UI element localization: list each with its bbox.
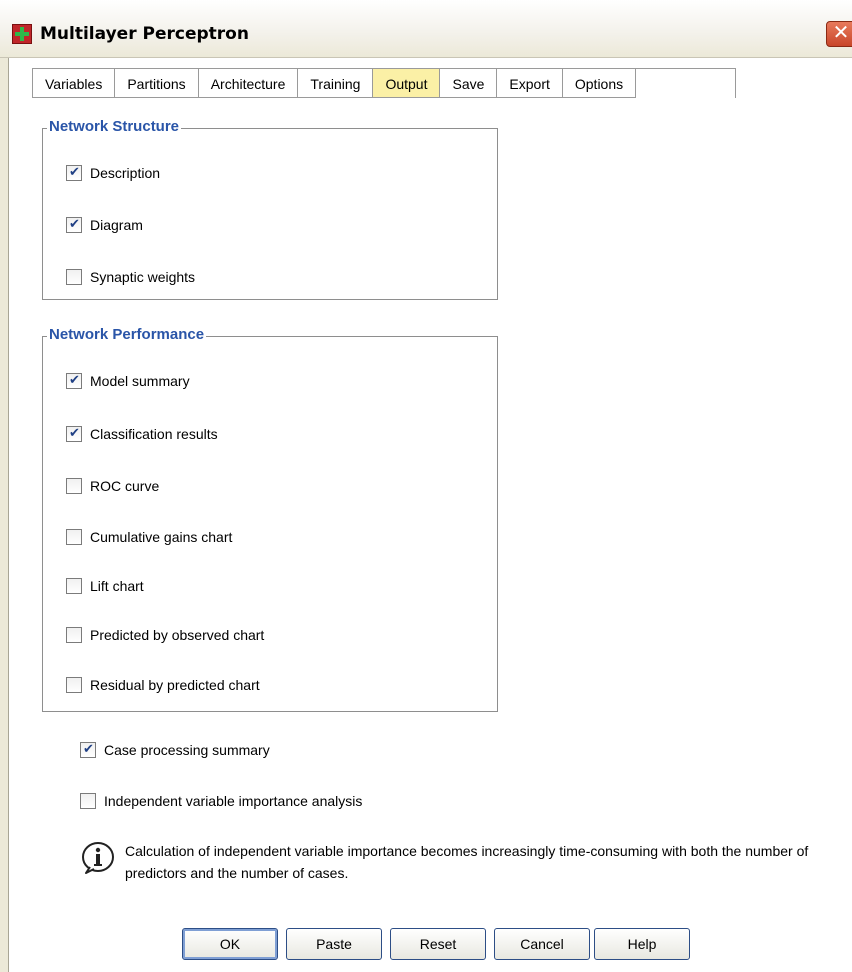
diagram-checkbox[interactable]: Diagram <box>66 215 143 235</box>
close-button[interactable]: ✕ <box>826 21 852 47</box>
residual-by-predicted-chart-checkbox[interactable]: Residual by predicted chart <box>66 675 260 695</box>
tab-training[interactable]: Training <box>298 68 374 98</box>
group-title: Network Performance <box>47 326 207 343</box>
network-performance-group: Network Performance <box>42 326 498 712</box>
predicted-by-observed-chart-checkbox[interactable]: Predicted by observed chart <box>66 625 264 645</box>
checkbox-label: Predicted by observed chart <box>90 627 265 643</box>
checkbox-box[interactable] <box>66 164 82 181</box>
checkbox-box[interactable] <box>66 372 82 389</box>
checkbox-box[interactable] <box>66 425 82 442</box>
checkbox-box[interactable] <box>66 677 82 693</box>
checkbox-label: Classification results <box>90 426 218 442</box>
ok-button[interactable]: OK <box>182 928 278 960</box>
tab-partitions[interactable]: Partitions <box>115 68 199 98</box>
checkbox-box[interactable] <box>80 741 96 758</box>
window-frame <box>0 58 9 972</box>
checkbox-box[interactable] <box>66 578 82 594</box>
tab-save[interactable]: Save <box>440 68 498 98</box>
roc-curve-checkbox[interactable]: ROC curve <box>66 476 159 496</box>
tab-strip: Variables Partitions Architecture Traini… <box>32 68 737 98</box>
tab-strip-filler <box>636 68 737 98</box>
description-checkbox[interactable]: Description <box>66 163 160 183</box>
checkbox-label: Independent variable importance analysis <box>104 793 363 809</box>
checkbox-label: Lift chart <box>90 578 144 594</box>
checkbox-label: Synaptic weights <box>90 269 196 285</box>
paste-button[interactable]: Paste <box>286 928 382 960</box>
synaptic-weights-checkbox[interactable]: Synaptic weights <box>66 267 195 287</box>
checkbox-box[interactable] <box>80 793 96 809</box>
tab-variables[interactable]: Variables <box>32 68 116 98</box>
cumulative-gains-chart-checkbox[interactable]: Cumulative gains chart <box>66 527 232 547</box>
tab-architecture[interactable]: Architecture <box>198 68 299 98</box>
classification-results-checkbox[interactable]: Classification results <box>66 424 218 444</box>
group-title: Network Structure <box>47 118 182 135</box>
variable-importance-checkbox[interactable]: Independent variable importance analysis <box>80 791 362 811</box>
checkbox-box[interactable] <box>66 478 82 494</box>
checkbox-label: Model summary <box>90 373 190 389</box>
app-icon <box>12 24 32 44</box>
checkbox-box[interactable] <box>66 529 82 545</box>
cancel-button[interactable]: Cancel <box>494 928 590 960</box>
checkbox-label: Description <box>90 165 161 181</box>
checkbox-label: Residual by predicted chart <box>90 677 260 693</box>
reset-button[interactable]: Reset <box>390 928 486 960</box>
window-title: Multilayer Perceptron <box>40 24 249 44</box>
checkbox-label: Case processing summary <box>104 742 270 758</box>
info-icon <box>80 840 116 876</box>
checkbox-box[interactable] <box>66 269 82 285</box>
info-message: Calculation of independent variable impo… <box>125 843 809 881</box>
checkbox-label: Cumulative gains chart <box>90 529 233 545</box>
checkbox-box[interactable] <box>66 216 82 233</box>
title-bar[interactable]: Multilayer Perceptron ✕ <box>0 0 852 58</box>
case-processing-summary-checkbox[interactable]: Case processing summary <box>80 740 270 760</box>
checkbox-box[interactable] <box>66 627 82 643</box>
help-button[interactable]: Help <box>594 928 690 960</box>
checkbox-label: ROC curve <box>90 478 160 494</box>
lift-chart-checkbox[interactable]: Lift chart <box>66 576 144 596</box>
model-summary-checkbox[interactable]: Model summary <box>66 371 190 391</box>
checkbox-label: Diagram <box>90 217 143 233</box>
tab-export[interactable]: Export <box>497 68 563 98</box>
tab-output[interactable]: Output <box>373 68 441 98</box>
tab-options[interactable]: Options <box>562 68 637 98</box>
